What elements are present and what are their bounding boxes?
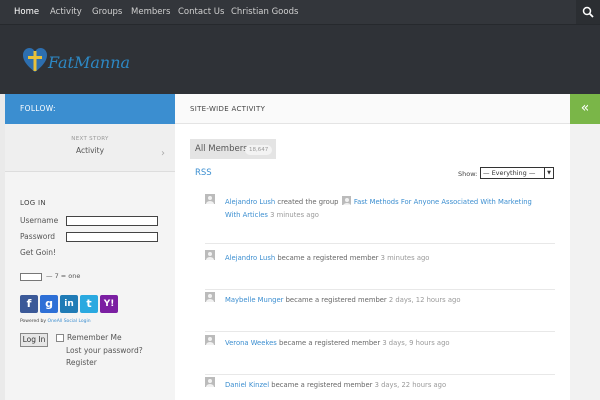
activity-text: Maybelle Munger became a registered memb…	[225, 294, 545, 307]
nav-contact-us[interactable]: Contact Us	[178, 0, 224, 24]
login-heading: LOG IN	[20, 199, 46, 207]
get-going-text: Get Goin!	[20, 248, 56, 257]
activity-item: Alejandro Lush became a registered membe…	[205, 250, 555, 290]
activity-action: became a registered member	[271, 381, 373, 389]
twitter-icon[interactable]: t	[80, 295, 98, 313]
password-label: Password	[20, 232, 56, 241]
login-button[interactable]: Log In	[20, 333, 48, 347]
activity-action: became a registered member	[277, 254, 379, 262]
site-logo[interactable]: FatManna	[22, 47, 130, 77]
activity-action: became a registered member	[285, 296, 387, 304]
activity-text: Alejandro Lush created the group Fast Me…	[225, 196, 545, 222]
avatar[interactable]	[205, 292, 215, 302]
powered-link[interactable]: OneAll Social Login	[48, 319, 91, 324]
activity-user-link[interactable]: Maybelle Munger	[225, 296, 283, 304]
rss-link[interactable]: RSS	[195, 168, 212, 178]
captcha-question: — 7 = one	[46, 272, 81, 280]
tab-all-members[interactable]: All Members 18,647	[190, 139, 276, 159]
search-icon	[582, 6, 594, 18]
page-title: SITE-WIDE ACTIVITY	[190, 105, 266, 113]
members-count-badge: 18,647	[245, 145, 273, 155]
nav-activity[interactable]: Activity	[50, 0, 82, 24]
activity-action: created the group	[277, 198, 339, 206]
activity-user-link[interactable]: Alejandro Lush	[225, 198, 275, 206]
nav-home[interactable]: Home	[14, 0, 39, 24]
avatar[interactable]	[205, 194, 215, 204]
username-label: Username	[20, 216, 59, 225]
search-button[interactable]	[576, 0, 600, 24]
avatar[interactable]	[205, 250, 215, 260]
linkedin-icon[interactable]: in	[60, 295, 78, 313]
activity-user-link[interactable]: Daniel Kinzel	[225, 381, 269, 389]
captcha-input[interactable]	[20, 273, 42, 281]
yahoo-icon[interactable]: Y!	[100, 295, 118, 313]
show-filter-value: — Everything —	[483, 169, 536, 177]
activity-text: Daniel Kinzel became a registered member…	[225, 379, 545, 392]
heart-cross-logo-icon	[23, 48, 47, 72]
follow-label: FOLLOW:	[20, 104, 56, 113]
next-story-link[interactable]: NEXT STORY Activity ›	[5, 124, 175, 172]
activity-item: Daniel Kinzel became a registered member…	[205, 377, 555, 400]
facebook-icon[interactable]: f	[20, 295, 38, 313]
group-avatar[interactable]	[341, 196, 351, 205]
sidebar-toggle-button[interactable]: «	[570, 94, 600, 124]
dropdown-arrow-icon: ▼	[544, 168, 553, 178]
next-story-title: Activity	[75, 146, 105, 155]
site-header: FatManna	[0, 24, 600, 94]
main-heading-bar: SITE-WIDE ACTIVITY	[175, 94, 570, 124]
activity-time[interactable]: 3 days, 9 hours ago	[382, 339, 449, 347]
username-input[interactable]	[66, 216, 158, 226]
tab-all-members-label: All Members	[195, 144, 248, 154]
avatar[interactable]	[205, 377, 215, 387]
activity-item: Maybelle Munger became a registered memb…	[205, 292, 555, 332]
follow-bar: FOLLOW:	[5, 94, 175, 124]
nav-members[interactable]: Members	[131, 0, 170, 24]
activity-action: became a registered member	[279, 339, 381, 347]
activity-user-link[interactable]: Alejandro Lush	[225, 254, 275, 262]
logo-text: FatManna	[48, 53, 131, 72]
main-content: SITE-WIDE ACTIVITY All Members 18,647 RS…	[175, 94, 570, 400]
nav-groups[interactable]: Groups	[92, 0, 122, 24]
activity-time[interactable]: 2 days, 12 hours ago	[389, 296, 461, 304]
activity-time[interactable]: 3 minutes ago	[381, 254, 430, 262]
activity-user-link[interactable]: Verona Weekes	[225, 339, 277, 347]
top-navigation: Home Activity Groups Members Contact Us …	[0, 0, 600, 24]
powered-by: Powered by OneAll Social Login	[20, 319, 91, 324]
activity-text: Alejandro Lush became a registered membe…	[225, 252, 545, 265]
google-icon[interactable]: g	[40, 295, 58, 313]
register-link[interactable]: Register	[66, 358, 97, 367]
remember-me-checkbox[interactable]	[56, 334, 64, 342]
activity-item: Verona Weekes became a registered member…	[205, 335, 555, 375]
powered-prefix: Powered by	[20, 319, 47, 324]
avatar[interactable]	[205, 335, 215, 345]
activity-time[interactable]: 3 minutes ago	[270, 211, 319, 219]
show-filter-select[interactable]: — Everything — ▼	[480, 167, 554, 179]
right-sidebar: «	[570, 94, 600, 400]
password-input[interactable]	[66, 232, 158, 242]
lost-password-link[interactable]: Lost your password?	[66, 346, 143, 355]
activity-text: Verona Weekes became a registered member…	[225, 337, 545, 350]
double-chevron-left-icon: «	[580, 100, 590, 116]
show-filter-label: Show:	[458, 170, 478, 178]
remember-me-label: Remember Me	[67, 333, 122, 342]
activity-item: Alejandro Lush created the group Fast Me…	[205, 194, 555, 244]
activity-time[interactable]: 3 days, 22 hours ago	[375, 381, 447, 389]
left-sidebar: NEXT STORY Activity › LOG IN Username Pa…	[5, 124, 175, 400]
next-story-label: NEXT STORY	[71, 136, 109, 142]
chevron-right-icon: ›	[161, 148, 165, 159]
nav-christian-goods[interactable]: Christian Goods	[231, 0, 298, 24]
